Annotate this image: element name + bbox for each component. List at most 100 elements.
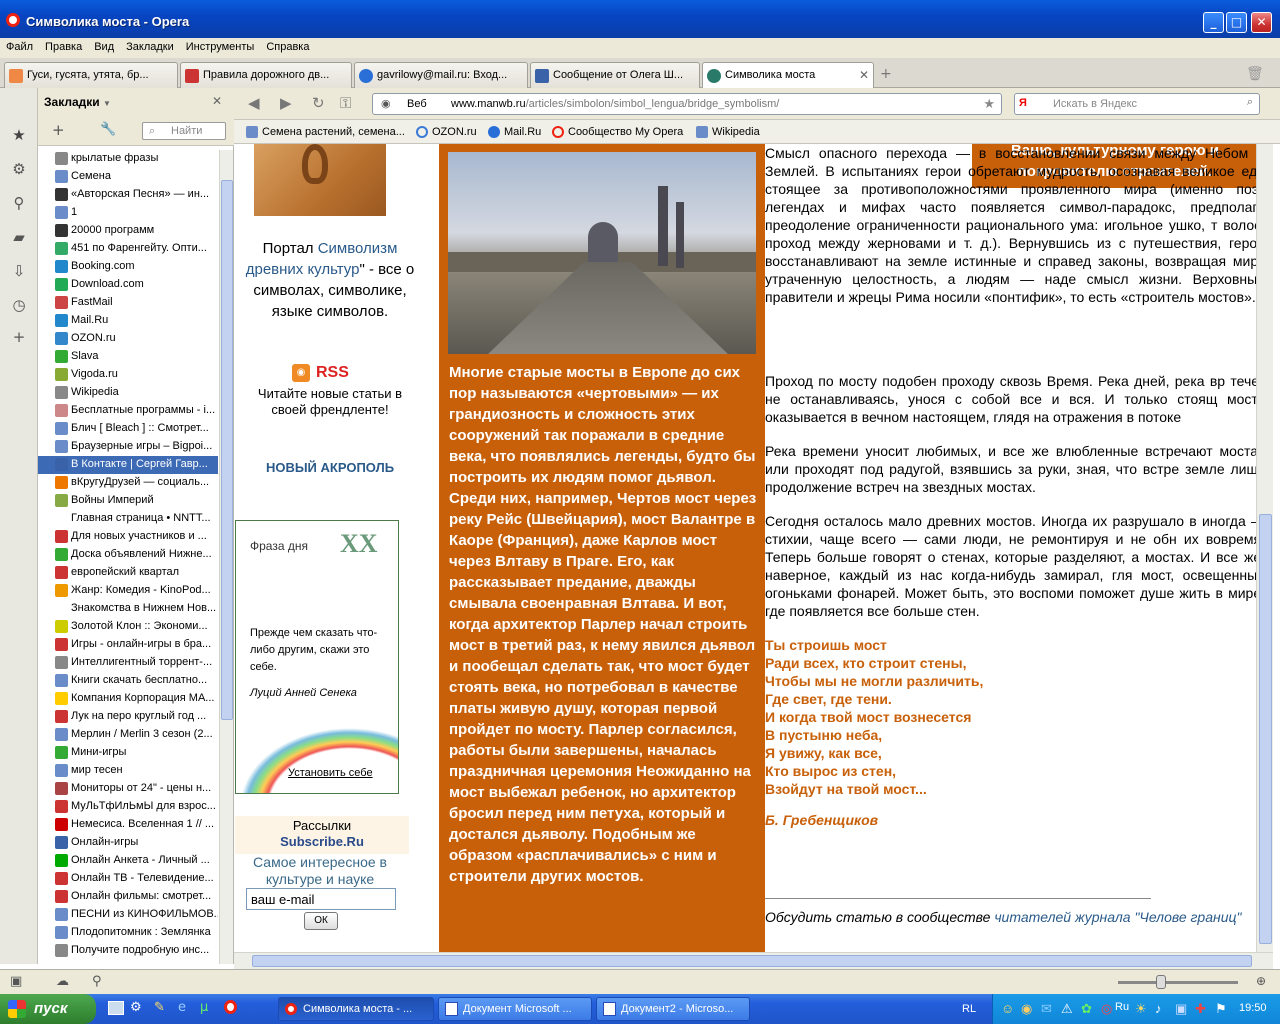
bookmark-item[interactable]: Онлайн фильмы: смотрет... — [38, 888, 218, 906]
bookmark-item[interactable]: мир тесен — [38, 762, 218, 780]
reload-icon[interactable]: ↻ — [312, 94, 325, 112]
panel-toggle-icon[interactable]: ▣ — [10, 974, 22, 989]
menu-bookmarks[interactable]: Закладки — [120, 38, 180, 53]
personal-bar-item[interactable]: Wikipedia — [696, 126, 760, 138]
notes-icon[interactable]: ▰ — [10, 228, 28, 246]
tray-icon[interactable]: Ru — [1115, 1001, 1129, 1013]
bookmark-item[interactable]: FastMail — [38, 294, 218, 312]
bookmark-item[interactable]: Booking.com — [38, 258, 218, 276]
bookmark-item[interactable]: «Авторская Песня» — ин... — [38, 186, 218, 204]
tab-1[interactable]: Гуси, гусята, утята, бр... — [4, 62, 178, 88]
settings-gear-icon[interactable]: ⚙ — [10, 160, 28, 178]
bookmark-item[interactable]: Немесиса. Вселенная 1 // ... — [38, 816, 218, 834]
close-button[interactable]: ✕ — [1251, 12, 1272, 33]
personal-bar-item[interactable]: Сообщество My Opera — [552, 126, 683, 138]
tab-4[interactable]: Сообщение от Олега Ш... — [530, 62, 700, 88]
bookmark-item[interactable]: вКругуДрузей — социаль... — [38, 474, 218, 492]
page-horizontal-scrollbar[interactable] — [234, 952, 1273, 969]
quicklaunch-icon[interactable]: ⚙ — [130, 1000, 142, 1015]
utorrent-icon[interactable]: μ — [200, 1000, 208, 1015]
zoom-slider[interactable] — [1118, 981, 1238, 984]
zoom-icon[interactable]: ⊕ — [1256, 974, 1266, 988]
tray-icon[interactable]: ◎ — [1101, 1001, 1112, 1017]
personal-bar-item[interactable]: Семена растений, семена... — [246, 126, 405, 138]
menu-help[interactable]: Справка — [260, 38, 315, 53]
bookmark-item[interactable]: В Контакте | Сергей Гавр... — [38, 456, 218, 474]
bookmark-item[interactable]: Игры - онлайн-игры в бра... — [38, 636, 218, 654]
bookmark-item[interactable]: Браузерные игры – Bigpoi... — [38, 438, 218, 456]
forward-icon[interactable]: ▶ — [280, 94, 292, 112]
bookmark-item[interactable]: OZON.ru — [38, 330, 218, 348]
personal-bar-item[interactable]: OZON.ru — [416, 126, 477, 138]
volume-icon[interactable]: ♪ — [1155, 1001, 1162, 1016]
ie-icon[interactable]: e — [178, 1000, 186, 1015]
bookmark-item[interactable]: Онлайн Анкета - Личный ... — [38, 852, 218, 870]
add-panel-icon[interactable]: + — [10, 328, 28, 346]
show-desktop-icon[interactable] — [108, 1001, 124, 1015]
address-field[interactable]: ◉ Веб www.manwb.ru/articles/simbolon/sim… — [372, 93, 1002, 115]
zoom-slider-handle[interactable] — [1156, 975, 1166, 989]
wand-icon[interactable]: ⚿ — [340, 94, 351, 112]
history-clock-icon[interactable]: ◷ — [10, 296, 28, 314]
language-indicator[interactable]: RL — [962, 1003, 976, 1015]
bookmark-item[interactable]: Доска объявлений Нижне... — [38, 546, 218, 564]
tab-5-active[interactable]: Символика моста ✕ — [702, 62, 874, 88]
bookmark-item[interactable]: Mail.Ru — [38, 312, 218, 330]
share-icon[interactable]: ⚲ — [10, 194, 28, 212]
tray-icon[interactable]: ✉ — [1041, 1001, 1052, 1017]
bookmark-item[interactable]: Семена — [38, 168, 218, 186]
bookmark-item[interactable]: Главная страница • NNTT... — [38, 510, 218, 528]
tray-icon[interactable]: ⚠ — [1061, 1001, 1073, 1017]
menu-view[interactable]: Вид — [88, 38, 120, 53]
bookmark-item[interactable]: ПЕСНИ из КИНОФИЛЬМОВ... — [38, 906, 218, 924]
bookmark-item[interactable]: Знакомства в Нижнем Нов... — [38, 600, 218, 618]
install-link[interactable]: Установить себе — [288, 767, 373, 779]
tab-3[interactable]: gavrilowy@mail.ru: Вход... — [354, 62, 528, 88]
bookmark-item[interactable]: Slava — [38, 348, 218, 366]
menu-tools[interactable]: Инструменты — [180, 38, 261, 53]
discuss-link[interactable]: читателей журнала "Челове границ" — [994, 909, 1241, 925]
start-button[interactable]: пуск — [0, 994, 96, 1024]
wrench-icon[interactable]: 🔧 — [100, 122, 116, 137]
bookmark-item[interactable]: Download.com — [38, 276, 218, 294]
bookmark-item[interactable]: Бесплатные программы - i... — [38, 402, 218, 420]
bookmark-item[interactable]: Жанр: Комедия - KinoPod... — [38, 582, 218, 600]
bookmark-item[interactable]: Войны Империй — [38, 492, 218, 510]
personal-bar-item[interactable]: Mail.Ru — [488, 126, 541, 138]
maximize-button[interactable]: □ — [1226, 12, 1247, 33]
subscribe-brand[interactable]: Subscribe.Ru — [235, 834, 409, 849]
close-panel-icon[interactable]: ✕ — [212, 94, 222, 108]
bookmark-item[interactable]: Получите подробную инс... — [38, 942, 218, 960]
tray-icon[interactable]: ☺ — [1001, 1001, 1014, 1016]
bookmark-item[interactable]: 20000 программ — [38, 222, 218, 240]
bookmark-item[interactable]: Компания Корпорация МА... — [38, 690, 218, 708]
bookmarks-scrollbar[interactable] — [219, 150, 233, 964]
bookmark-item[interactable]: МуЛьТфИлЬмЫ для взрос... — [38, 798, 218, 816]
close-tab-icon[interactable]: ✕ — [859, 68, 869, 82]
quicklaunch-icon[interactable]: ✎ — [154, 1000, 165, 1015]
new-tab-icon[interactable]: + — [880, 66, 892, 82]
bookmarks-star-icon[interactable]: ★ — [10, 126, 28, 144]
bookmark-item[interactable]: Онлайн-игры — [38, 834, 218, 852]
email-input[interactable]: ваш e-mail — [246, 888, 396, 910]
rss-link[interactable]: RSS — [316, 364, 349, 382]
bookmark-item[interactable]: Для новых участников и ... — [38, 528, 218, 546]
bookmark-item[interactable]: крылатые фразы — [38, 150, 218, 168]
bookmark-star-icon[interactable]: ★ — [983, 96, 995, 112]
chevron-down-icon[interactable]: ▼ — [103, 99, 111, 108]
tray-icon[interactable]: ✿ — [1081, 1001, 1092, 1017]
cloud-icon[interactable]: ☁ — [56, 974, 69, 989]
unite-icon[interactable]: ⚲ — [92, 974, 102, 989]
menu-edit[interactable]: Правка — [39, 38, 88, 53]
bookmark-item[interactable]: европейский квартал — [38, 564, 218, 582]
bookmark-item[interactable]: Vigoda.ru — [38, 366, 218, 384]
tray-icon[interactable]: ◉ — [1021, 1001, 1032, 1017]
add-bookmark-icon[interactable]: + — [52, 121, 65, 139]
downloads-icon[interactable]: ⇩ — [10, 262, 28, 280]
taskbar-item-word-1[interactable]: Документ Microsoft ... — [438, 997, 592, 1021]
minimize-button[interactable]: _ — [1203, 12, 1224, 33]
rss-icon[interactable]: ◉ — [292, 364, 310, 382]
bookmark-item[interactable]: Мерлин / Merlin 3 сезон (2... — [38, 726, 218, 744]
menu-file[interactable]: Файл — [0, 38, 39, 53]
network-icon[interactable]: ▣ — [1175, 1001, 1187, 1017]
